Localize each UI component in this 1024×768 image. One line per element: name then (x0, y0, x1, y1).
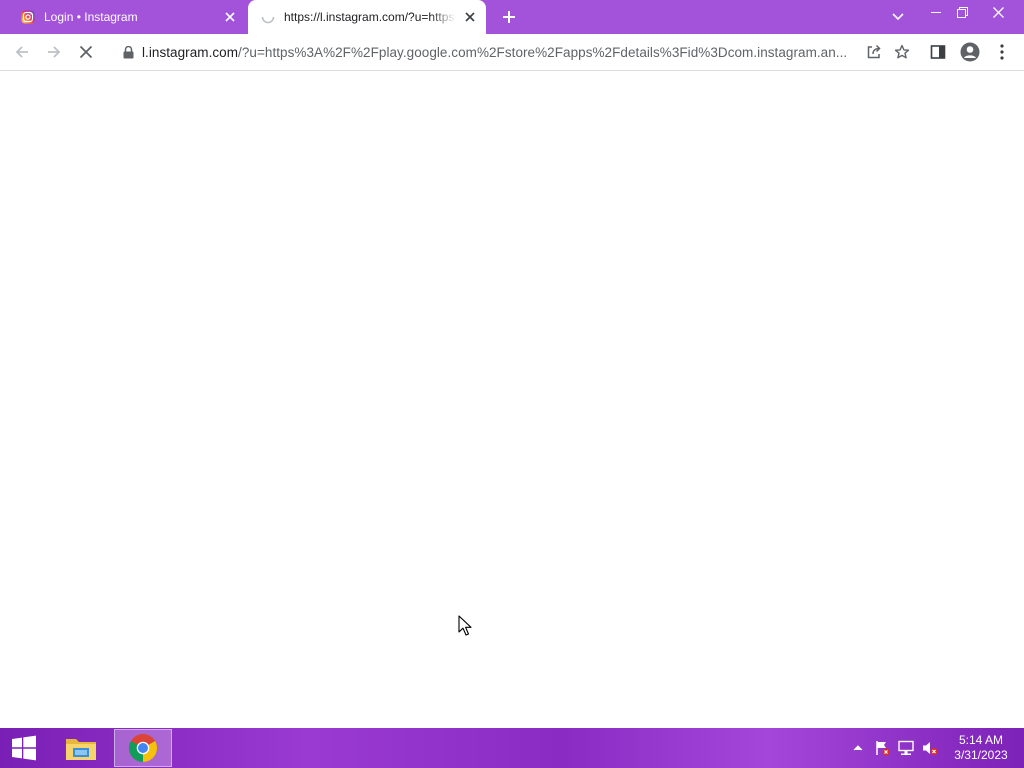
close-window-button[interactable] (982, 0, 1014, 24)
tab-title: https://l.instagram.com/?u=https%3A%2F%2… (284, 10, 456, 24)
screen: Login • Instagram https://l.instagram.co… (0, 0, 1024, 768)
back-button[interactable] (8, 38, 36, 66)
browser-toolbar: l.instagram.com/?u=https%3A%2F%2Fplay.go… (0, 34, 1024, 71)
forward-arrow-icon (48, 46, 61, 58)
show-hidden-icons-button[interactable] (849, 739, 867, 757)
taskbar-chrome[interactable] (114, 729, 172, 767)
browser-tabstrip: Login • Instagram https://l.instagram.co… (0, 0, 1024, 34)
volume-muted-icon[interactable] (921, 739, 939, 757)
new-tab-button[interactable] (498, 6, 520, 28)
mouse-cursor-icon (458, 615, 472, 636)
url-host: l.instagram.com (142, 44, 239, 60)
clock-date: 3/31/2023 (954, 748, 1008, 762)
windows-logo-icon (12, 735, 36, 761)
url-text[interactable]: l.instagram.com/?u=https%3A%2F%2Fplay.go… (142, 45, 860, 60)
action-center-flag-icon[interactable] (873, 739, 891, 757)
forward-button[interactable] (40, 38, 68, 66)
chrome-icon (129, 734, 157, 762)
system-clock[interactable]: 5:14 AM 3/31/2023 (946, 733, 1016, 763)
tab-instagram-redirect[interactable]: https://l.instagram.com/?u=https%3A%2F%2… (248, 0, 486, 34)
avatar-icon (960, 42, 980, 62)
address-bar[interactable]: l.instagram.com/?u=https%3A%2F%2Fplay.go… (108, 37, 916, 67)
stop-icon (79, 45, 93, 59)
folder-icon (66, 739, 96, 760)
loading-spinner-icon (260, 9, 276, 25)
tab-instagram-login[interactable]: Login • Instagram (8, 0, 246, 34)
restore-icon (956, 6, 968, 18)
lock-icon[interactable] (120, 44, 136, 60)
chevron-up-icon (853, 745, 863, 751)
close-tab-icon[interactable] (460, 7, 480, 27)
url-path: /?u=https%3A%2F%2Fplay.google.com%2Fstor… (238, 44, 848, 60)
instagram-icon (20, 9, 36, 25)
more-vert-icon (1000, 44, 1004, 60)
clock-time: 5:14 AM (958, 733, 1004, 747)
tab-title: Login • Instagram (44, 10, 138, 24)
windows-taskbar: 5:14 AM 3/31/2023 (0, 728, 1024, 768)
restore-button[interactable] (946, 0, 978, 24)
close-icon (992, 6, 1004, 18)
plus-icon (503, 11, 515, 23)
back-arrow-icon (15, 46, 28, 58)
start-button[interactable] (2, 728, 46, 768)
tab-search-button[interactable] (882, 5, 914, 29)
chevron-down-icon (892, 13, 904, 21)
share-icon[interactable] (860, 38, 888, 66)
stop-loading-button[interactable] (72, 38, 100, 66)
profile-button[interactable] (956, 38, 984, 66)
side-panel-button[interactable] (924, 38, 952, 66)
network-icon[interactable] (897, 739, 915, 757)
close-tab-icon[interactable] (220, 7, 240, 27)
page-content (0, 71, 1024, 728)
bookmark-star-icon[interactable] (888, 38, 916, 66)
side-panel-icon (930, 45, 946, 59)
menu-button[interactable] (988, 38, 1016, 66)
minimize-icon (931, 12, 941, 13)
taskbar-file-explorer[interactable] (52, 729, 110, 767)
